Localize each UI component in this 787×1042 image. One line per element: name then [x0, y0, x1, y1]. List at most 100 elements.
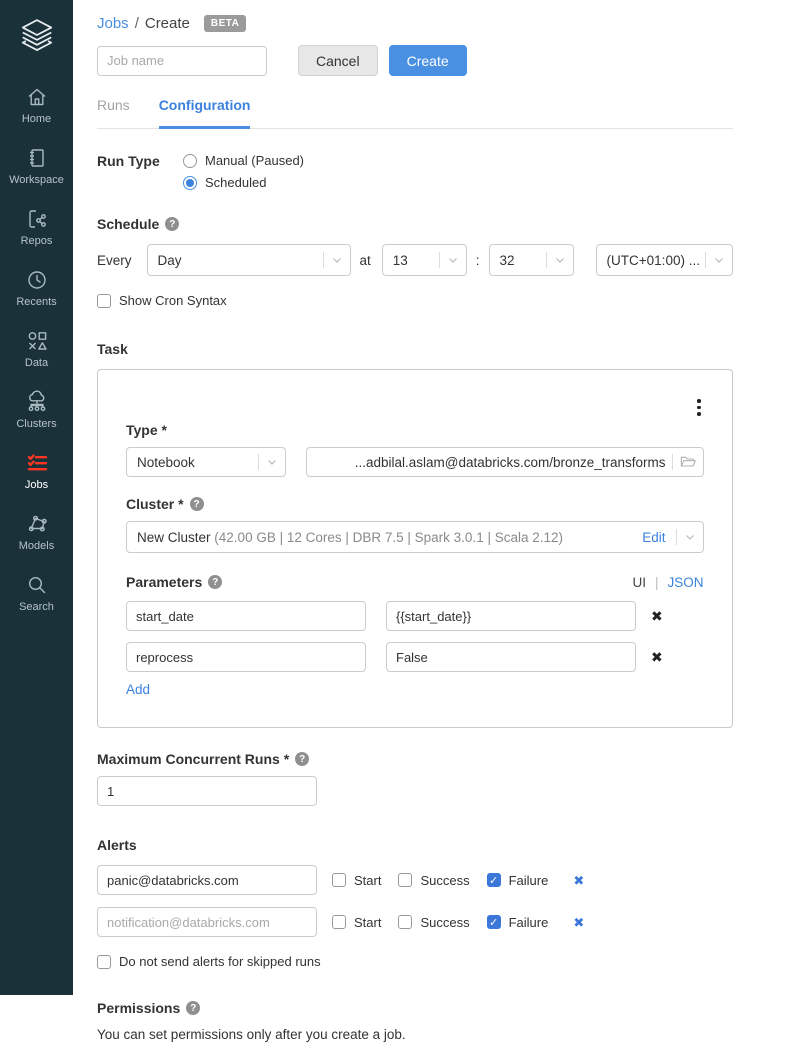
- failure-label[interactable]: Failure: [509, 915, 549, 930]
- parameters-label: Parameters ?: [126, 574, 222, 590]
- notebook-path-field[interactable]: ...adbilal.aslam@databricks.com/bronze_t…: [306, 447, 704, 477]
- home-icon: [24, 85, 50, 109]
- radio-scheduled[interactable]: Scheduled: [183, 175, 304, 190]
- sidebar-item-home[interactable]: Home: [0, 85, 73, 125]
- tab-configuration[interactable]: Configuration: [159, 97, 251, 129]
- cluster-edit-link[interactable]: Edit: [642, 530, 675, 545]
- databricks-logo-icon[interactable]: [18, 16, 56, 57]
- folder-browse-icon[interactable]: [673, 455, 703, 469]
- remove-alert-icon[interactable]: ✖: [573, 874, 584, 887]
- cluster-select[interactable]: New Cluster (42.00 GB | 12 Cores | DBR 7…: [126, 521, 704, 553]
- start-checkbox[interactable]: [332, 915, 346, 929]
- notebook-path-value: ...adbilal.aslam@databricks.com/bronze_t…: [315, 455, 672, 470]
- start-label[interactable]: Start: [354, 873, 381, 888]
- minute-select[interactable]: 32: [489, 244, 574, 276]
- sidebar-item-data[interactable]: Data: [0, 329, 73, 369]
- checkbox-unchecked-icon[interactable]: [97, 955, 111, 969]
- max-concurrent-label-text: Maximum Concurrent Runs *: [97, 751, 289, 767]
- radio-checked-icon[interactable]: [183, 176, 197, 190]
- main-content: Jobs / Create BETA Cancel Create Runs Co…: [73, 0, 787, 995]
- max-concurrent-input[interactable]: [97, 776, 317, 806]
- skipped-runs-checkbox[interactable]: Do not send alerts for skipped runs: [97, 954, 733, 969]
- add-parameter-link[interactable]: Add: [126, 682, 150, 697]
- sidebar-item-repos[interactable]: Repos: [0, 207, 73, 247]
- remove-param-icon[interactable]: ✖: [651, 650, 663, 664]
- jobs-icon: [24, 451, 50, 475]
- minute-value: 32: [500, 253, 546, 268]
- start-checkbox[interactable]: [332, 873, 346, 887]
- checkbox-unchecked-icon[interactable]: [97, 294, 111, 308]
- every-label: Every: [97, 253, 132, 268]
- job-name-input[interactable]: [97, 46, 267, 76]
- alert-email-input[interactable]: [97, 907, 317, 937]
- failure-label[interactable]: Failure: [509, 873, 549, 888]
- permissions-note: You can set permissions only after you c…: [97, 1027, 733, 1042]
- toggle-divider: |: [655, 575, 659, 590]
- tab-bar: Runs Configuration: [97, 97, 733, 129]
- time-colon: :: [476, 253, 480, 268]
- ui-view-toggle[interactable]: UI: [633, 575, 647, 590]
- kebab-menu-icon[interactable]: [695, 397, 703, 418]
- sidebar-item-label: Workspace: [9, 174, 64, 186]
- failure-checkbox[interactable]: ✓: [487, 915, 501, 929]
- repos-icon: [24, 207, 50, 231]
- chevron-down-icon: [547, 254, 573, 266]
- success-label[interactable]: Success: [420, 915, 469, 930]
- task-card: Type * Notebook ...adbilal.aslam@databri…: [97, 369, 733, 728]
- search-icon: [24, 573, 50, 597]
- sidebar-item-search[interactable]: Search: [0, 573, 73, 613]
- run-type-section: Run Type Manual (Paused) Scheduled: [97, 153, 733, 190]
- sidebar-item-jobs[interactable]: Jobs: [0, 451, 73, 491]
- sidebar-item-label: Repos: [21, 235, 53, 247]
- cluster-name: New Cluster: [137, 530, 211, 545]
- alert-email-input[interactable]: [97, 865, 317, 895]
- parameters-help-icon[interactable]: ?: [208, 575, 222, 589]
- param-key-input[interactable]: [126, 601, 366, 631]
- param-value-input[interactable]: [386, 642, 636, 672]
- create-button[interactable]: Create: [389, 45, 467, 76]
- frequency-select[interactable]: Day: [147, 244, 351, 276]
- start-label[interactable]: Start: [354, 915, 381, 930]
- remove-alert-icon[interactable]: ✖: [573, 916, 584, 929]
- breadcrumb-jobs-link[interactable]: Jobs: [97, 15, 129, 32]
- remove-param-icon[interactable]: ✖: [651, 609, 663, 623]
- chevron-down-icon: [706, 254, 732, 266]
- json-view-toggle[interactable]: JSON: [668, 575, 704, 590]
- cancel-button[interactable]: Cancel: [298, 45, 378, 76]
- show-cron-syntax-checkbox[interactable]: Show Cron Syntax: [97, 293, 733, 308]
- hour-select[interactable]: 13: [382, 244, 467, 276]
- sidebar-item-clusters[interactable]: Clusters: [0, 390, 73, 430]
- tab-runs[interactable]: Runs: [97, 97, 130, 128]
- at-label: at: [360, 253, 371, 268]
- alert-row: Start Success ✓ Failure ✖: [97, 907, 733, 937]
- sidebar-item-models[interactable]: Models: [0, 512, 73, 552]
- alert-row: Start Success ✓ Failure ✖: [97, 865, 733, 895]
- schedule-heading-text: Schedule: [97, 216, 159, 232]
- cluster-help-icon[interactable]: ?: [190, 497, 204, 511]
- schedule-help-icon[interactable]: ?: [165, 217, 179, 231]
- success-label[interactable]: Success: [420, 873, 469, 888]
- param-key-input[interactable]: [126, 642, 366, 672]
- show-cron-syntax-label: Show Cron Syntax: [119, 293, 227, 308]
- permissions-heading-text: Permissions: [97, 1000, 180, 1016]
- permissions-help-icon[interactable]: ?: [186, 1001, 200, 1015]
- task-type-select[interactable]: Notebook: [126, 447, 286, 477]
- max-concurrent-help-icon[interactable]: ?: [295, 752, 309, 766]
- failure-checkbox[interactable]: ✓: [487, 873, 501, 887]
- job-name-row: Cancel Create: [97, 45, 733, 76]
- task-type-value: Notebook: [137, 455, 258, 470]
- parameter-row: ✖: [126, 601, 704, 631]
- radio-manual-paused[interactable]: Manual (Paused): [183, 153, 304, 168]
- radio-scheduled-label: Scheduled: [205, 175, 266, 190]
- breadcrumb: Jobs / Create BETA: [97, 15, 733, 32]
- beta-badge: BETA: [204, 15, 246, 32]
- permissions-heading: Permissions ?: [97, 1000, 733, 1016]
- radio-unchecked-icon[interactable]: [183, 154, 197, 168]
- timezone-select[interactable]: (UTC+01:00) ...: [596, 244, 733, 276]
- success-checkbox[interactable]: [398, 873, 412, 887]
- sidebar-item-recents[interactable]: Recents: [0, 268, 73, 308]
- param-value-input[interactable]: [386, 601, 636, 631]
- sidebar-item-workspace[interactable]: Workspace: [0, 146, 73, 186]
- type-row: Notebook ...adbilal.aslam@databricks.com…: [126, 447, 704, 477]
- success-checkbox[interactable]: [398, 915, 412, 929]
